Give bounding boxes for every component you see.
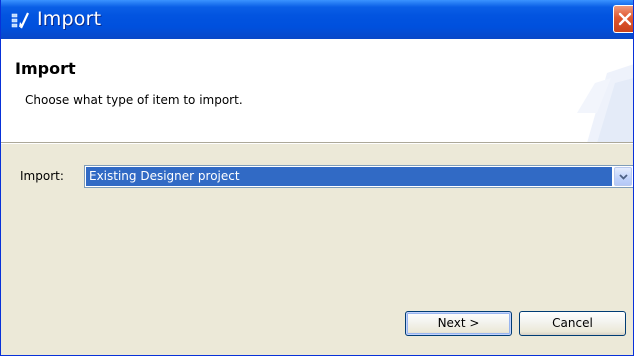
import-dialog: Import Import Choose what type of item t… xyxy=(0,0,634,356)
page-description: Choose what type of item to import. xyxy=(25,93,243,107)
banner-graphic-icon xyxy=(577,43,633,142)
close-button[interactable] xyxy=(613,5,633,33)
import-type-value: Existing Designer project xyxy=(86,167,612,186)
wizard-banner: Import Choose what type of item to impor… xyxy=(1,39,633,143)
dropdown-button[interactable] xyxy=(614,167,632,186)
banner-separator xyxy=(1,143,633,144)
import-wizard-icon xyxy=(11,10,31,30)
import-type-select[interactable]: Existing Designer project xyxy=(84,165,633,188)
import-label: Import: xyxy=(20,169,64,183)
next-button[interactable]: Next > xyxy=(405,311,512,336)
page-title: Import xyxy=(15,59,76,78)
window-title: Import xyxy=(37,8,102,30)
cancel-button[interactable]: Cancel xyxy=(519,311,626,336)
title-bar[interactable]: Import xyxy=(1,0,633,39)
